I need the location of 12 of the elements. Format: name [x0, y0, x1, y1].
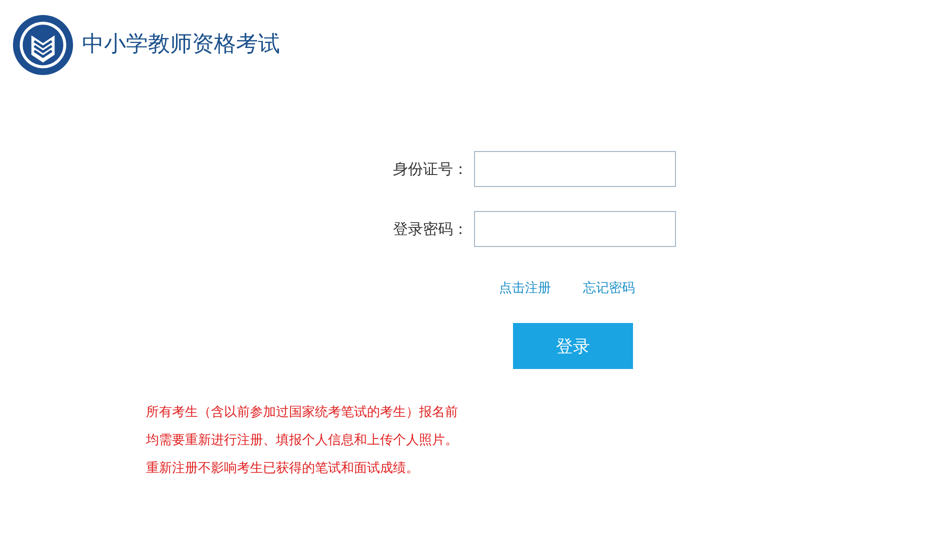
input-field[interactable] [474, 211, 676, 247]
link[interactable]: 点击注册 [499, 279, 551, 297]
notice-text: 均需要重新进行注册、填报个人信息和上传个人照片。 [146, 432, 459, 450]
site-title: 中小学教师资格考试 [82, 31, 280, 59]
input-field[interactable] [474, 151, 676, 187]
login-button[interactable]: 登录 [513, 323, 633, 369]
field-label: 身份证号： [393, 160, 468, 178]
link[interactable]: 忘记密码 [583, 279, 635, 297]
logo-icon [12, 14, 74, 76]
field-label: 登录密码： [393, 220, 468, 238]
notice-text: 重新注册不影响考生已获得的笔试和面试成绩。 [146, 460, 420, 478]
notice-text: 所有考生（含以前参加过国家统考笔试的考生）报名前 [146, 404, 459, 422]
